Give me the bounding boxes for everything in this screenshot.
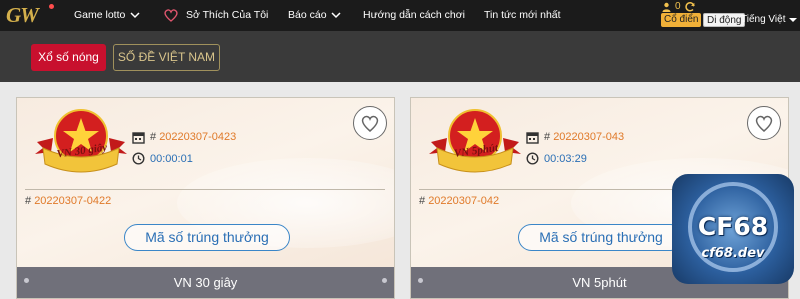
issue-number: 20220307-042 (428, 195, 500, 207)
footer-dot (382, 278, 387, 283)
chevron-down-icon[interactable] (129, 9, 141, 21)
nav-game-lotto[interactable]: Game lotto (74, 8, 125, 22)
issue-number: 20220307-0422 (34, 195, 112, 207)
refresh-icon[interactable] (684, 1, 696, 13)
footer-dot (418, 278, 423, 283)
footer-dot (24, 278, 29, 283)
heart-icon (361, 115, 379, 132)
balance-value: 0 (675, 1, 681, 12)
logo-text: GW (6, 3, 39, 27)
winning-numbers-button[interactable]: Mã số trúng thưởng (124, 224, 290, 251)
lottery-card-30s[interactable]: VN 30 giây # 20220307-0423 00:00:01 # 20… (16, 97, 395, 299)
mode-classic-button[interactable]: Cổ điển (661, 13, 702, 27)
card-footer-title[interactable]: VN 30 giây (17, 267, 394, 298)
current-issue: # 20220307-043 (544, 131, 624, 144)
nav-news[interactable]: Tin tức mới nhất (484, 8, 561, 22)
hot-lottery-button[interactable]: Xổ số nóng (31, 44, 106, 71)
language-select[interactable]: Tiếng Việt (741, 13, 785, 27)
divider (25, 189, 385, 190)
logo-dot (49, 4, 54, 9)
vn-lottery-button[interactable]: SỐ ĐỀ VIỆT NAM (113, 44, 220, 71)
nav-guide[interactable]: Hướng dẫn cách chơi (363, 8, 465, 22)
previous-issue: # 20220307-0422 (25, 195, 111, 208)
watermark-brand: CF68 (697, 212, 769, 241)
nav-favorites[interactable]: Sở Thích Của Tôi (186, 8, 268, 22)
issue-number: 20220307-043 (553, 131, 625, 143)
user-icon (662, 2, 671, 12)
previous-issue: # 20220307-042 (419, 195, 499, 208)
chevron-down-icon[interactable] (330, 9, 342, 21)
issue-number: 20220307-0423 (159, 131, 237, 143)
heart-icon (164, 9, 178, 22)
favorite-button[interactable] (747, 106, 781, 140)
calendar-icon (132, 132, 145, 144)
favorite-button[interactable] (353, 106, 387, 140)
watermark-domain: cf68.dev (701, 246, 765, 261)
clock-icon (526, 152, 539, 165)
current-issue: # 20220307-0423 (150, 131, 236, 144)
winning-numbers-button[interactable]: Mã số trúng thưởng (518, 224, 684, 251)
gw-logo[interactable]: GW (6, 4, 54, 26)
cf68-watermark-logo: CF68 cf68.dev (672, 174, 794, 284)
countdown-timer: 00:03:29 (544, 153, 587, 165)
mode-mobile-button[interactable]: Di động (703, 13, 746, 27)
hash-symbol: # (25, 195, 32, 207)
heart-icon (755, 115, 773, 132)
caret-down-icon[interactable] (789, 18, 797, 22)
calendar-icon (526, 132, 539, 144)
hash-symbol: # (544, 131, 551, 143)
hash-symbol: # (150, 131, 157, 143)
clock-icon (132, 152, 145, 165)
nav-reports[interactable]: Báo cáo (288, 8, 327, 22)
hash-symbol: # (419, 195, 426, 207)
countdown-timer: 00:00:01 (150, 153, 193, 165)
